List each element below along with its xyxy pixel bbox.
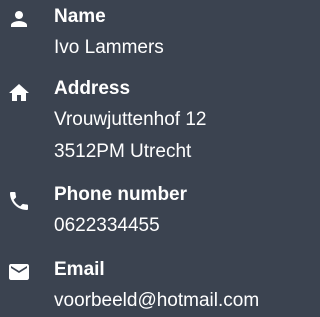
person-icon — [6, 6, 32, 32]
address-line-street: Vrouwjuttenhof 12 — [54, 109, 207, 130]
phone-label: Phone number — [54, 184, 188, 205]
phone-value[interactable]: 0622334455 — [54, 210, 306, 242]
name-value: Ivo Lammers — [54, 37, 164, 58]
email-label: Email — [54, 259, 105, 280]
name-label: Name — [54, 6, 106, 27]
address-line-city: 3512PM Utrecht — [54, 141, 192, 162]
mail-icon — [6, 259, 32, 285]
home-icon — [6, 80, 32, 106]
phone-icon — [6, 188, 32, 214]
address-label: Address — [54, 78, 131, 99]
contact-card: Name Ivo Lammers Address Vrouwjuttenhof … — [0, 0, 306, 315]
email-value[interactable]: voorbeeld@hotmail.com — [54, 285, 306, 317]
